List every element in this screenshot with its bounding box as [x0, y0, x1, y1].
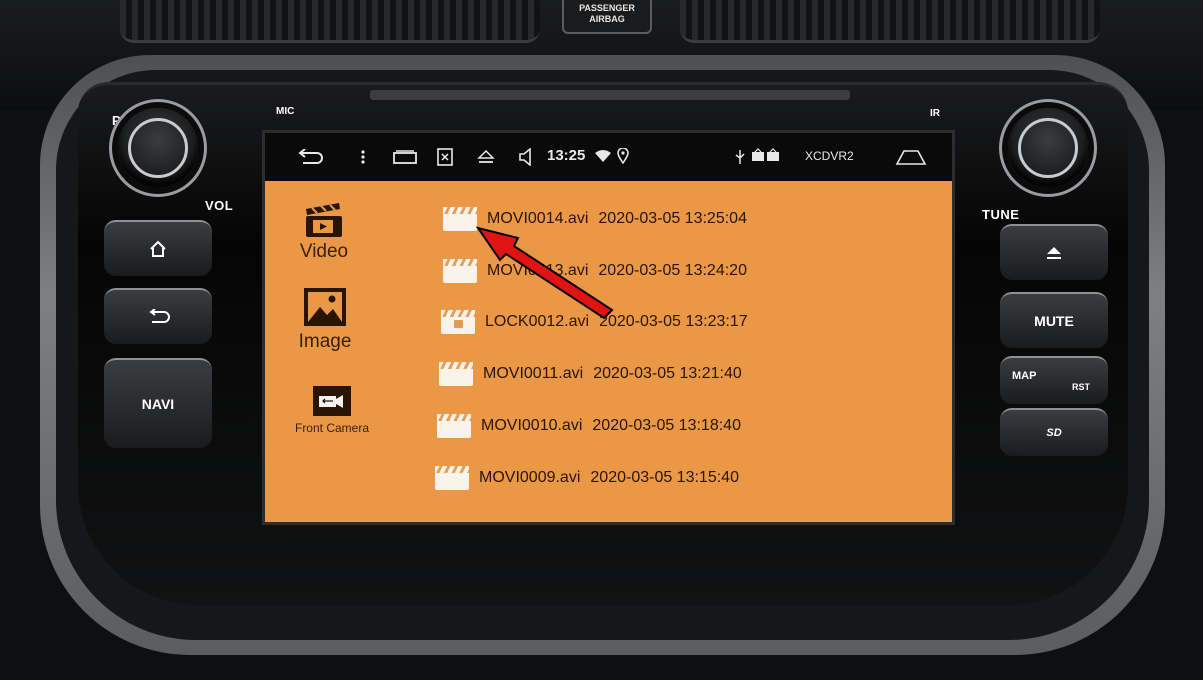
file-date: 2020-03-05 13:21:40 [593, 365, 742, 382]
location-icon [617, 148, 629, 164]
home-icon[interactable] [895, 149, 927, 165]
file-name: MOVI0011.avi [483, 365, 584, 382]
home-icon [150, 240, 166, 257]
rst-label: RST [1072, 382, 1090, 392]
video-file-icon [435, 466, 469, 490]
eject-icon[interactable] [477, 149, 495, 165]
file-date: 2020-03-05 13:15:40 [590, 469, 739, 486]
airbag-label: PASSENGER AIRBAG [579, 3, 635, 24]
volume-icon[interactable] [519, 148, 533, 166]
air-vent-left [120, 0, 540, 43]
file-name: MOVI0009.avi [479, 469, 581, 486]
eject-icon [1047, 247, 1061, 259]
file-date: 2020-03-05 13:23:17 [599, 313, 748, 330]
sidebar-label-image: Image [298, 331, 352, 352]
eject-hw-button[interactable] [1000, 224, 1108, 280]
map-rst-hw-button[interactable]: MAP RST [1000, 356, 1108, 404]
file-row[interactable]: MOVI0011.avi 2020-03-05 13:21:40 [439, 354, 742, 394]
dvr-icon [752, 148, 779, 161]
file-date: 2020-03-05 13:25:04 [598, 210, 747, 227]
mute-label: MUTE [1034, 313, 1074, 329]
air-vent-right [680, 0, 1100, 43]
sidebar-label-front-camera: Front Camera [294, 421, 370, 435]
tune-label: TUNE [982, 207, 1020, 222]
sidebar-item-image[interactable]: Image [285, 287, 365, 353]
menu-dots-icon[interactable] [361, 149, 365, 165]
lock-icon [454, 320, 463, 328]
file-row[interactable]: MOVI0010.avi 2020-03-05 13:18:40 [437, 406, 741, 446]
home-hw-button[interactable] [104, 220, 212, 276]
mute-hw-button[interactable]: MUTE [1000, 292, 1108, 348]
device-name: XCDVR2 [805, 149, 854, 163]
file-name: MOVI0010.avi [481, 417, 583, 434]
disc-slot [370, 90, 850, 100]
video-file-icon [437, 414, 471, 438]
mic-label: MIC [276, 106, 295, 117]
usb-icon [735, 150, 745, 164]
file-row[interactable]: MOVI0009.avi 2020-03-05 13:15:40 [435, 458, 739, 498]
map-label: MAP [1012, 370, 1037, 382]
navi-hw-button[interactable]: NAVI [104, 358, 212, 448]
back-icon [149, 309, 170, 323]
ir-label: IR [930, 108, 940, 119]
sidebar-item-video[interactable]: Video [289, 201, 359, 263]
sd-label: SD [1046, 427, 1062, 439]
sidebar-item-front-camera[interactable]: Front Camera [277, 386, 387, 435]
annotation-arrow [475, 226, 614, 320]
recent-apps-icon[interactable] [393, 150, 417, 164]
front-camera-icon [313, 386, 351, 416]
back-arrow-icon[interactable] [295, 149, 325, 165]
volume-knob[interactable] [118, 108, 198, 188]
sidebar-label-video: Video [299, 241, 349, 262]
image-icon [304, 288, 346, 326]
vol-label: VOL [205, 198, 234, 213]
tune-knob[interactable] [1008, 108, 1088, 188]
wifi-icon [595, 150, 611, 162]
back-hw-button[interactable] [104, 288, 212, 344]
status-bar: 13:25 XCDVR2 [265, 133, 952, 181]
file-date: 2020-03-05 13:24:20 [598, 262, 747, 279]
video-clapper-icon [306, 203, 342, 237]
clock: 13:25 [547, 147, 586, 164]
sd-hw-button[interactable]: SD [1000, 408, 1108, 456]
video-file-icon [439, 362, 473, 386]
navi-label: NAVI [141, 396, 175, 412]
screenshot-icon[interactable] [437, 148, 453, 166]
file-date: 2020-03-05 13:18:40 [592, 417, 741, 434]
passenger-airbag-indicator: PASSENGER AIRBAG [562, 0, 652, 34]
